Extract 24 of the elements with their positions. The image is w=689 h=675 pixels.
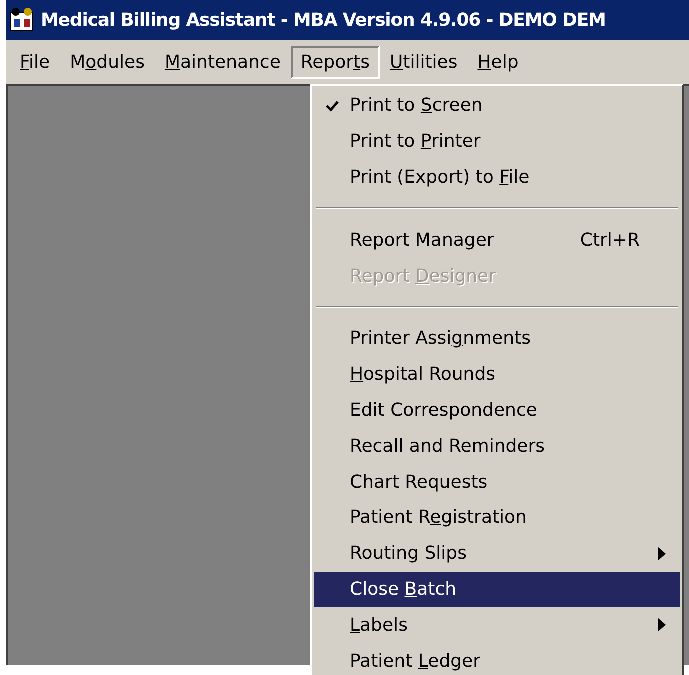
menu-option[interactable]: Hospital Rounds — [314, 356, 680, 393]
menu-option[interactable]: Patient Ledger — [314, 643, 680, 675]
window-title: Medical Billing Assistant - MBA Version 4.9.06 - DEMO DEM — [41, 10, 606, 30]
menu-option[interactable]: Recall and Reminders — [314, 428, 680, 464]
menu-item[interactable]: Modules — [60, 46, 155, 78]
menu-option[interactable]: Print to Printer — [314, 124, 680, 160]
submenu-arrow-icon — [658, 546, 666, 561]
menu-option[interactable]: Close Batch — [314, 572, 680, 608]
menu-option[interactable]: Chart Requests — [314, 464, 680, 500]
menu-option[interactable]: Labels — [314, 607, 680, 644]
menu-item[interactable]: Utilities — [380, 46, 468, 78]
menu-option[interactable]: Print to Screen — [314, 88, 680, 124]
menu-option[interactable]: Edit Correspondence — [314, 392, 680, 428]
menu-item[interactable]: Maintenance — [154, 46, 291, 78]
menu-option[interactable]: Report Manager Ctrl+R — [314, 222, 680, 258]
menu-option[interactable]: Routing Slips — [314, 536, 680, 572]
menu-item[interactable]: Reports — [290, 46, 380, 78]
menu-item[interactable]: File — [10, 46, 60, 78]
menu-item[interactable]: Help — [468, 46, 529, 78]
shortcut-label: Ctrl+R — [580, 230, 640, 251]
menu-option[interactable]: Printer Assignments — [314, 320, 680, 357]
menu-option[interactable]: Patient Registration — [314, 500, 680, 536]
submenu-arrow-icon — [658, 618, 666, 632]
menu-option[interactable]: Print (Export) to File — [314, 160, 680, 196]
